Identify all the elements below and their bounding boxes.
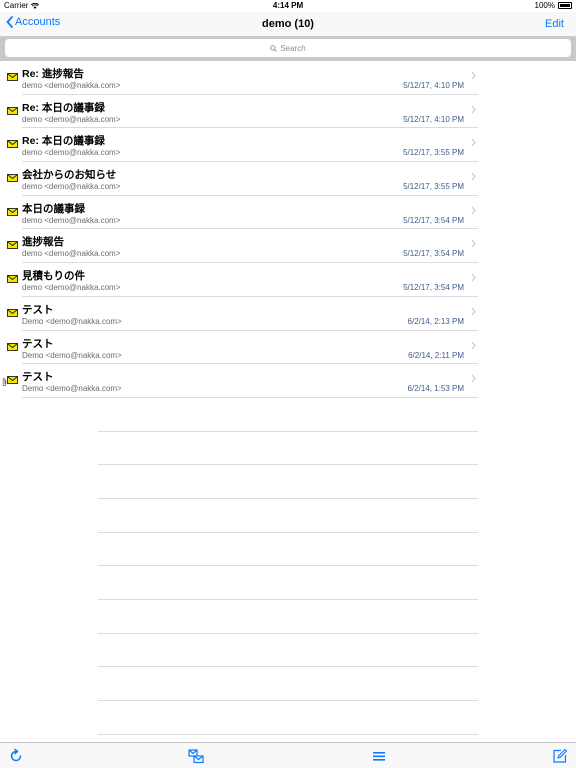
message-subject: テスト (22, 337, 54, 350)
chevron-right-icon (471, 374, 476, 383)
status-bar: Carrier 4:14 PM 100% (0, 0, 576, 12)
chevron-right-icon (471, 71, 476, 80)
message-date: 5/12/17, 3:54 PM (403, 215, 464, 225)
back-button-accounts[interactable]: Accounts (6, 16, 60, 28)
message-row[interactable]: Re: 進捗報告 demo <demo@nakka.com> 5/12/17, 4:… (0, 61, 576, 95)
empty-row (0, 499, 576, 533)
empty-row (0, 465, 576, 499)
chevron-right-icon (471, 273, 476, 282)
unread-envelope-icon (7, 308, 18, 317)
chevron-right-icon (471, 206, 476, 215)
message-sender: demo <demo@nakka.com> (22, 283, 121, 293)
message-sender: demo <demo@nakka.com> (22, 81, 121, 90)
move-messages-icon (188, 749, 204, 764)
unread-envelope-icon (7, 376, 18, 385)
empty-row (0, 566, 576, 600)
message-date: 5/12/17, 3:55 PM (403, 148, 464, 158)
empty-row (0, 667, 576, 702)
bottom-toolbar (0, 742, 576, 768)
chevron-right-icon (471, 139, 476, 147)
message-row[interactable]: 進捗報告 demo <demo@nakka.com> 5/12/17, 3:54 P… (0, 229, 576, 264)
message-subject: 見積もりの件 (22, 270, 85, 283)
unread-envelope-icon (7, 140, 18, 149)
refresh-icon (10, 748, 22, 762)
message-sender: demo <demo@nakka.com> (22, 148, 121, 158)
status-time: 4:14 PM (272, 1, 304, 10)
battery-percent: 100% (534, 1, 555, 10)
chevron-right-icon (471, 105, 476, 114)
back-button-label: Accounts (15, 16, 61, 28)
unread-envelope-icon (7, 241, 18, 250)
message-row[interactable]: テスト Demo <demo@nakka.com> 6/2/14, 1:53 PM (0, 364, 576, 398)
search-icon (270, 44, 278, 52)
message-row[interactable]: 会社からのお知らせ demo <demo@nakka.com> 5/12/17, 3… (0, 162, 576, 196)
message-sender: demo <demo@nakka.com> (22, 249, 121, 259)
empty-row (0, 432, 576, 466)
battery-status: 100% (535, 1, 572, 10)
message-subject: テスト (22, 371, 54, 384)
search-bar-container: Search (0, 36, 576, 61)
message-sender: Demo <demo@nakka.com> (22, 350, 122, 360)
unread-envelope-icon (7, 342, 18, 351)
unread-envelope-icon (7, 106, 18, 115)
message-row[interactable]: 見積もりの件 demo <demo@nakka.com> 5/12/17, 3:54… (0, 263, 576, 297)
message-date: 6/2/14, 1:53 PM (407, 384, 464, 394)
move-messages-button[interactable] (188, 748, 204, 764)
compose-button[interactable] (552, 748, 568, 764)
mailbox-title: demo (10) (262, 18, 314, 30)
message-sender: demo <demo@nakka.com> (22, 215, 121, 225)
empty-row (0, 398, 576, 432)
empty-row (0, 533, 576, 567)
message-row[interactable]: Re: 本日の議事録 demo <demo@nakka.com> 5/12/17, … (0, 128, 576, 163)
message-row[interactable]: 本日の議事録 demo <demo@nakka.com> 5/12/17, 3:54… (0, 196, 576, 230)
message-date: 5/12/17, 3:55 PM (403, 182, 464, 192)
chevron-right-icon (471, 240, 476, 248)
message-date: 6/2/14, 2:11 PM (408, 350, 464, 360)
chevron-right-icon (471, 341, 476, 349)
message-subject: Re: 本日の議事録 (22, 135, 105, 148)
unread-envelope-icon (7, 73, 18, 81)
message-sender: demo <demo@nakka.com> (22, 182, 121, 192)
menu-button[interactable] (371, 748, 387, 764)
message-subject: Re: 進捗報告 (22, 68, 84, 80)
compose-icon (553, 748, 568, 763)
message-date: 5/12/17, 3:54 PM (403, 249, 464, 259)
empty-row (0, 600, 576, 634)
empty-row (0, 634, 576, 668)
message-date: 6/2/14, 2:13 PM (407, 316, 464, 326)
message-row[interactable]: テスト Demo <demo@nakka.com> 6/2/14, 2:11 PM (0, 331, 576, 365)
chevron-left-icon (6, 16, 13, 28)
message-row[interactable]: テスト Demo <demo@nakka.com> 6/2/14, 2:13 PM (0, 297, 576, 331)
message-subject: 会社からのお知らせ (22, 169, 117, 182)
search-input[interactable]: Search (5, 39, 571, 57)
message-subject: 進捗報告 (22, 236, 64, 249)
empty-row (0, 701, 576, 735)
message-sender: demo <demo@nakka.com> (22, 114, 121, 124)
edit-button[interactable]: Edit (545, 18, 564, 30)
row-separator (98, 733, 478, 735)
message-row[interactable]: Re: 本日の議事録 demo <demo@nakka.com> 5/12/17, … (0, 95, 576, 129)
message-date: 5/12/17, 4:10 PM (403, 81, 464, 90)
message-list: Re: 進捗報告 demo <demo@nakka.com> 5/12/17, 4:… (0, 61, 576, 735)
unread-envelope-icon (7, 207, 18, 216)
chevron-right-icon (471, 307, 476, 316)
message-subject: 本日の議事録 (22, 202, 85, 215)
search-placeholder: Search (280, 43, 306, 53)
battery-icon (558, 2, 572, 9)
menu-icon (373, 752, 385, 761)
chevron-right-icon (471, 172, 476, 181)
message-sender: Demo <demo@nakka.com> (22, 384, 122, 394)
message-subject: Re: 本日の議事録 (22, 101, 105, 114)
message-subject: テスト (22, 303, 54, 316)
message-sender: Demo <demo@nakka.com> (22, 316, 122, 326)
unread-envelope-icon (7, 275, 18, 284)
unread-envelope-icon (7, 174, 18, 183)
message-date: 5/12/17, 4:10 PM (403, 114, 464, 124)
refresh-button[interactable] (8, 748, 24, 764)
message-date: 5/12/17, 3:54 PM (403, 283, 464, 293)
navigation-bar: Accounts demo (10) Edit (0, 12, 576, 36)
